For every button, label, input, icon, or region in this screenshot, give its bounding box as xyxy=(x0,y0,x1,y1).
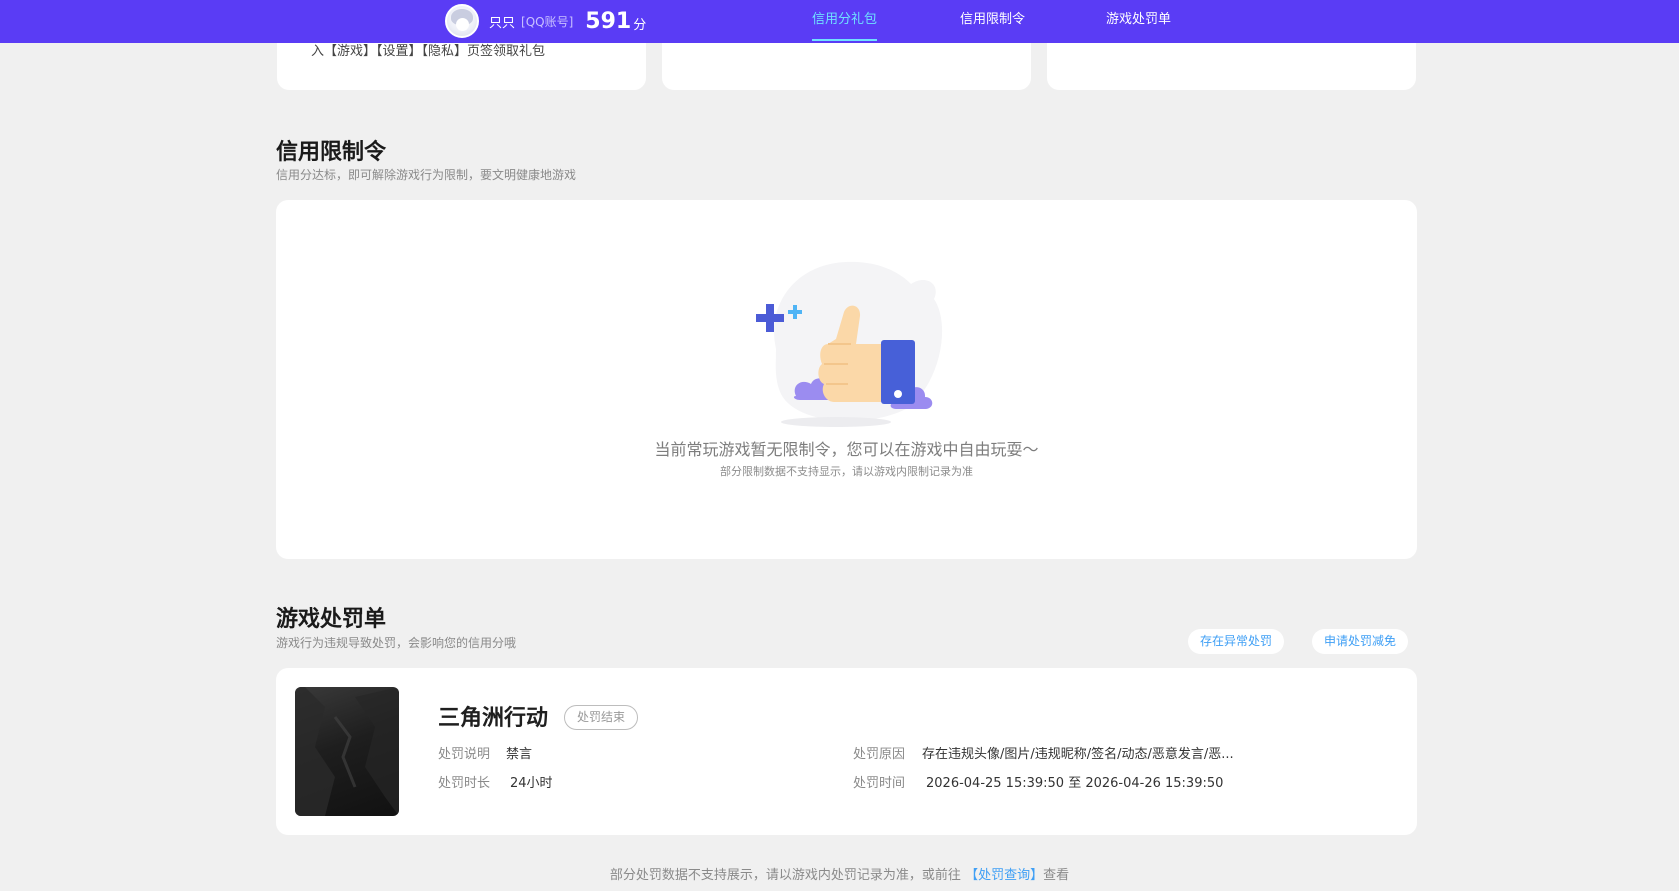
penalty-record-card[interactable]: 三角洲行动 处罚结束 处罚说明 禁言 处罚时长 24小时 处罚原因 存在违规头像… xyxy=(276,668,1417,835)
penalty-time-label: 处罚时间 xyxy=(853,776,906,791)
penalty-reason-label: 处罚原因 xyxy=(853,747,906,762)
tab-credit-restriction[interactable]: 信用限制令 xyxy=(960,0,1025,43)
apply-reduction-button[interactable]: 申请处罚减免 xyxy=(1312,629,1409,654)
avatar-face xyxy=(456,18,469,31)
section-subtitle-penalty: 游戏行为违规导致处罚，会影响您的信用分哦 xyxy=(276,636,517,650)
thumbs-up-illustration xyxy=(756,261,943,427)
penalty-time-value: 2026-04-25 15:39:50 至 2026-04-26 15:39:5… xyxy=(926,776,1224,791)
penalty-footer-note: 部分处罚数据不支持展示，请以游戏内处罚记录为准，或前往 【处罚查询】查看 xyxy=(0,864,1679,883)
tab-credit-gift[interactable]: 信用分礼包 xyxy=(812,0,878,43)
penalty-desc-value: 禁言 xyxy=(506,747,533,762)
account-type: [QQ账号] xyxy=(521,14,574,29)
section-subtitle-restriction: 信用分达标，即可解除游戏行为限制，要文明健康地游戏 xyxy=(276,168,577,182)
restriction-empty-title: 当前常玩游戏暂无限制令，您可以在游戏中自由玩耍～ xyxy=(654,440,1039,459)
penalty-desc-label: 处罚说明 xyxy=(438,747,491,762)
user-info: 只只 [QQ账号] 591 分 xyxy=(445,3,646,39)
tab-game-penalty[interactable]: 游戏处罚单 xyxy=(1106,0,1171,43)
credit-score-unit: 分 xyxy=(633,18,647,33)
credit-score: 591 xyxy=(585,8,632,34)
abnormal-penalty-button[interactable]: 存在异常处罚 xyxy=(1188,629,1285,654)
penalty-query-link[interactable]: 【处罚查询】 xyxy=(965,868,1043,883)
footer-note-suffix: 查看 xyxy=(1043,868,1070,883)
restriction-empty-subtitle: 部分限制数据不支持显示，请以游戏内限制记录为准 xyxy=(720,465,973,478)
penalty-duration-label: 处罚时长 xyxy=(438,776,491,791)
penalty-reason-value: 存在违规头像/图片/违规昵称/签名/动态/恶意发言/恶... xyxy=(922,747,1234,762)
restriction-panel: 当前常玩游戏暂无限制令，您可以在游戏中自由玩耍～ 部分限制数据不支持显示，请以游… xyxy=(276,200,1417,559)
game-name: 三角洲行动 xyxy=(438,706,549,731)
avatar[interactable] xyxy=(445,4,479,38)
game-cover-image xyxy=(295,687,399,816)
section-title-restriction: 信用限制令 xyxy=(276,140,387,165)
status-badge: 处罚结束 xyxy=(564,705,639,730)
top-nav-bar: 只只 [QQ账号] 591 分 信用分礼包 信用限制令 游戏处罚单 xyxy=(0,0,1679,43)
footer-note-prefix: 部分处罚数据不支持展示，请以游戏内处罚记录为准，或前往 xyxy=(609,868,961,883)
section-title-penalty: 游戏处罚单 xyxy=(276,607,387,632)
penalty-duration-value: 24小时 xyxy=(510,776,553,791)
username: 只只 xyxy=(489,15,516,31)
